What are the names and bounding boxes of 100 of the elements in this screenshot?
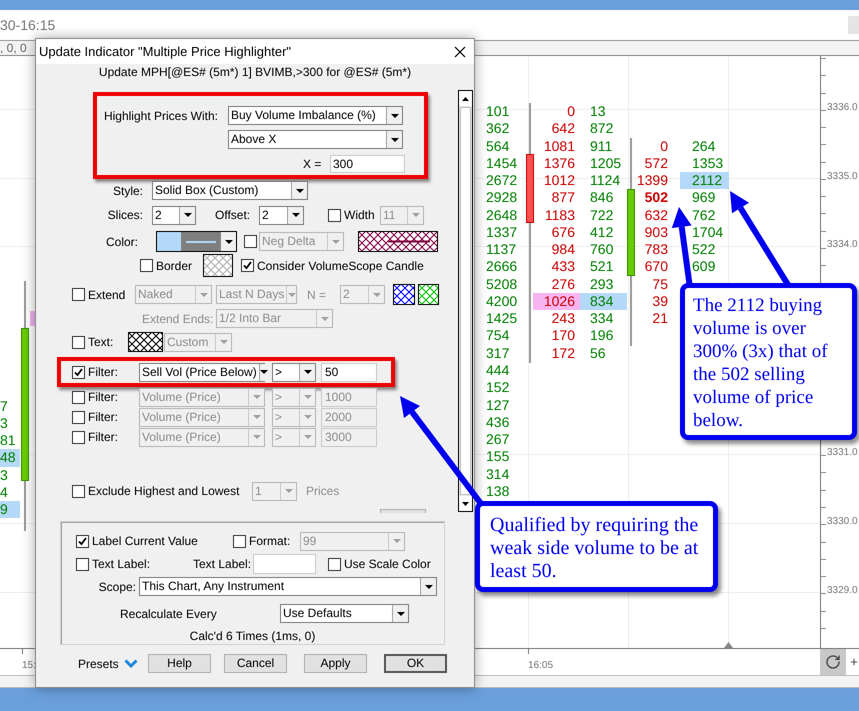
volume-cell: 4200	[486, 292, 518, 310]
caret-icon	[390, 138, 398, 142]
sell-volume: 21	[651, 310, 668, 328]
dialog-button[interactable]: Help	[148, 654, 211, 673]
buy-volume: 522	[691, 241, 716, 258]
price-label: 3330.0	[827, 516, 858, 528]
dropdown[interactable]: 2	[152, 206, 196, 225]
label: Offset:	[215, 207, 252, 224]
pattern-swatch[interactable]	[128, 332, 163, 352]
dropdown[interactable]: Buy Volume Imbalance (%)	[228, 106, 403, 125]
caret-icon	[252, 435, 260, 440]
input-field[interactable]: 300	[330, 155, 405, 173]
buy-volume: 1124	[589, 172, 622, 190]
volume-cell: 48	[0, 449, 20, 467]
label: Slices:	[106, 207, 143, 224]
volume-cell-text: 564	[486, 138, 510, 155]
sell-volume: 1081	[542, 138, 576, 155]
checkbox[interactable]	[76, 534, 89, 548]
pattern-swatch[interactable]	[358, 231, 438, 252]
volume-cell-text: 138	[486, 482, 510, 500]
buy-volume: 412	[589, 224, 614, 242]
volume-cell-text: 81	[0, 432, 17, 450]
checkbox[interactable]	[140, 259, 153, 272]
price-label: 3329.0	[827, 585, 858, 597]
checkbox[interactable]	[76, 558, 89, 570]
volume-cell: 5208	[486, 276, 518, 293]
volume-cell-text: 436	[486, 414, 510, 432]
sell-volume: 502	[644, 189, 668, 207]
checkbox[interactable]	[328, 558, 341, 570]
dialog-button[interactable]: OK	[384, 654, 447, 673]
up-arrow-icon[interactable]	[462, 96, 469, 100]
dialog-button[interactable]: Apply	[304, 654, 367, 673]
volume-cell-text: 267	[486, 431, 510, 448]
status-values: , 0, 0	[0, 42, 27, 54]
sell-volume: 170	[550, 327, 576, 345]
label: Extend	[88, 286, 126, 304]
callout: Qualified by requiring the weak side volume to be at least 50.	[475, 501, 718, 592]
input-field[interactable]: 50	[321, 362, 377, 382]
sell-volume: 1026	[533, 292, 580, 310]
caret-icon	[392, 539, 400, 543]
sell-volume: 572	[644, 154, 668, 172]
buy-volume: 2112	[680, 172, 729, 190]
chevron-icon[interactable]	[124, 659, 138, 668]
caret-icon	[390, 114, 398, 118]
dropdown[interactable]: This Chart, Any Instrument	[139, 577, 437, 596]
sell-volume: 39	[651, 292, 668, 310]
buy-volume: 911	[589, 138, 614, 155]
sell-volume: 75	[651, 276, 668, 293]
dropdown[interactable]: 2	[259, 206, 304, 225]
volume-cell: 1454	[486, 154, 518, 172]
volume-cell: 2672	[486, 172, 518, 190]
dropdown[interactable]: Sell Vol (Price Below)	[139, 362, 265, 382]
dropdown[interactable]: Above X	[228, 130, 403, 149]
caret-icon	[224, 240, 232, 244]
color-picker[interactable]	[156, 231, 237, 252]
input-field[interactable]	[253, 554, 316, 574]
volume-cell: 1337	[486, 224, 518, 242]
sell-volume: 984	[550, 241, 576, 258]
sell-volume: 1399	[636, 172, 668, 190]
volume-cell: 2928	[486, 189, 518, 207]
caret-icon	[320, 316, 328, 321]
label: Filter:	[88, 409, 119, 426]
buy-volume: 846	[589, 189, 614, 207]
volume-cell-text: 754	[486, 327, 510, 345]
dropdown[interactable]: Solid Box (Custom)	[152, 181, 308, 200]
plus-icon	[849, 657, 859, 667]
presets-link[interactable]: Presets	[78, 654, 119, 672]
volume-cell: 1137	[486, 241, 518, 258]
volume-cell-text: 3	[0, 466, 9, 484]
sell-volume: 903	[644, 224, 668, 242]
pattern-swatch[interactable]	[203, 254, 233, 278]
pattern-swatch[interactable]	[393, 284, 415, 306]
scrollbar[interactable]	[458, 90, 473, 512]
sell-volume: 0	[659, 138, 668, 155]
sell-volume: 877	[550, 189, 576, 207]
pattern-swatch[interactable]	[418, 284, 439, 306]
volume-cell-text: 101	[486, 103, 510, 120]
sell-volume: 676	[550, 224, 576, 242]
checkbox[interactable]	[241, 259, 254, 272]
buy-volume: 196	[589, 327, 614, 345]
buy-volume: 834	[580, 292, 627, 310]
down-arrow-icon[interactable]	[462, 502, 469, 506]
buy-volume: 762	[691, 206, 716, 224]
label: Label Current Value	[92, 533, 199, 550]
label: Color:	[104, 234, 138, 251]
volume-cell: 9	[0, 501, 20, 518]
close-icon[interactable]	[454, 46, 466, 58]
label: Recalculate Every	[120, 606, 218, 622]
sell-volume: 172	[550, 344, 576, 362]
dropdown[interactable]: >	[272, 362, 316, 382]
dialog-button[interactable]: Cancel	[224, 654, 287, 673]
label: Scope:	[98, 578, 137, 596]
buy-volume: 13	[589, 103, 607, 120]
refresh-button[interactable]	[820, 649, 846, 675]
volume-cell-text: 7	[0, 398, 9, 415]
dropdown[interactable]: Use Defaults	[280, 604, 409, 623]
caret-icon	[184, 213, 192, 218]
sell-volume: 783	[644, 241, 668, 258]
checkbox[interactable]	[72, 366, 85, 379]
label: Text Label:	[92, 556, 152, 573]
